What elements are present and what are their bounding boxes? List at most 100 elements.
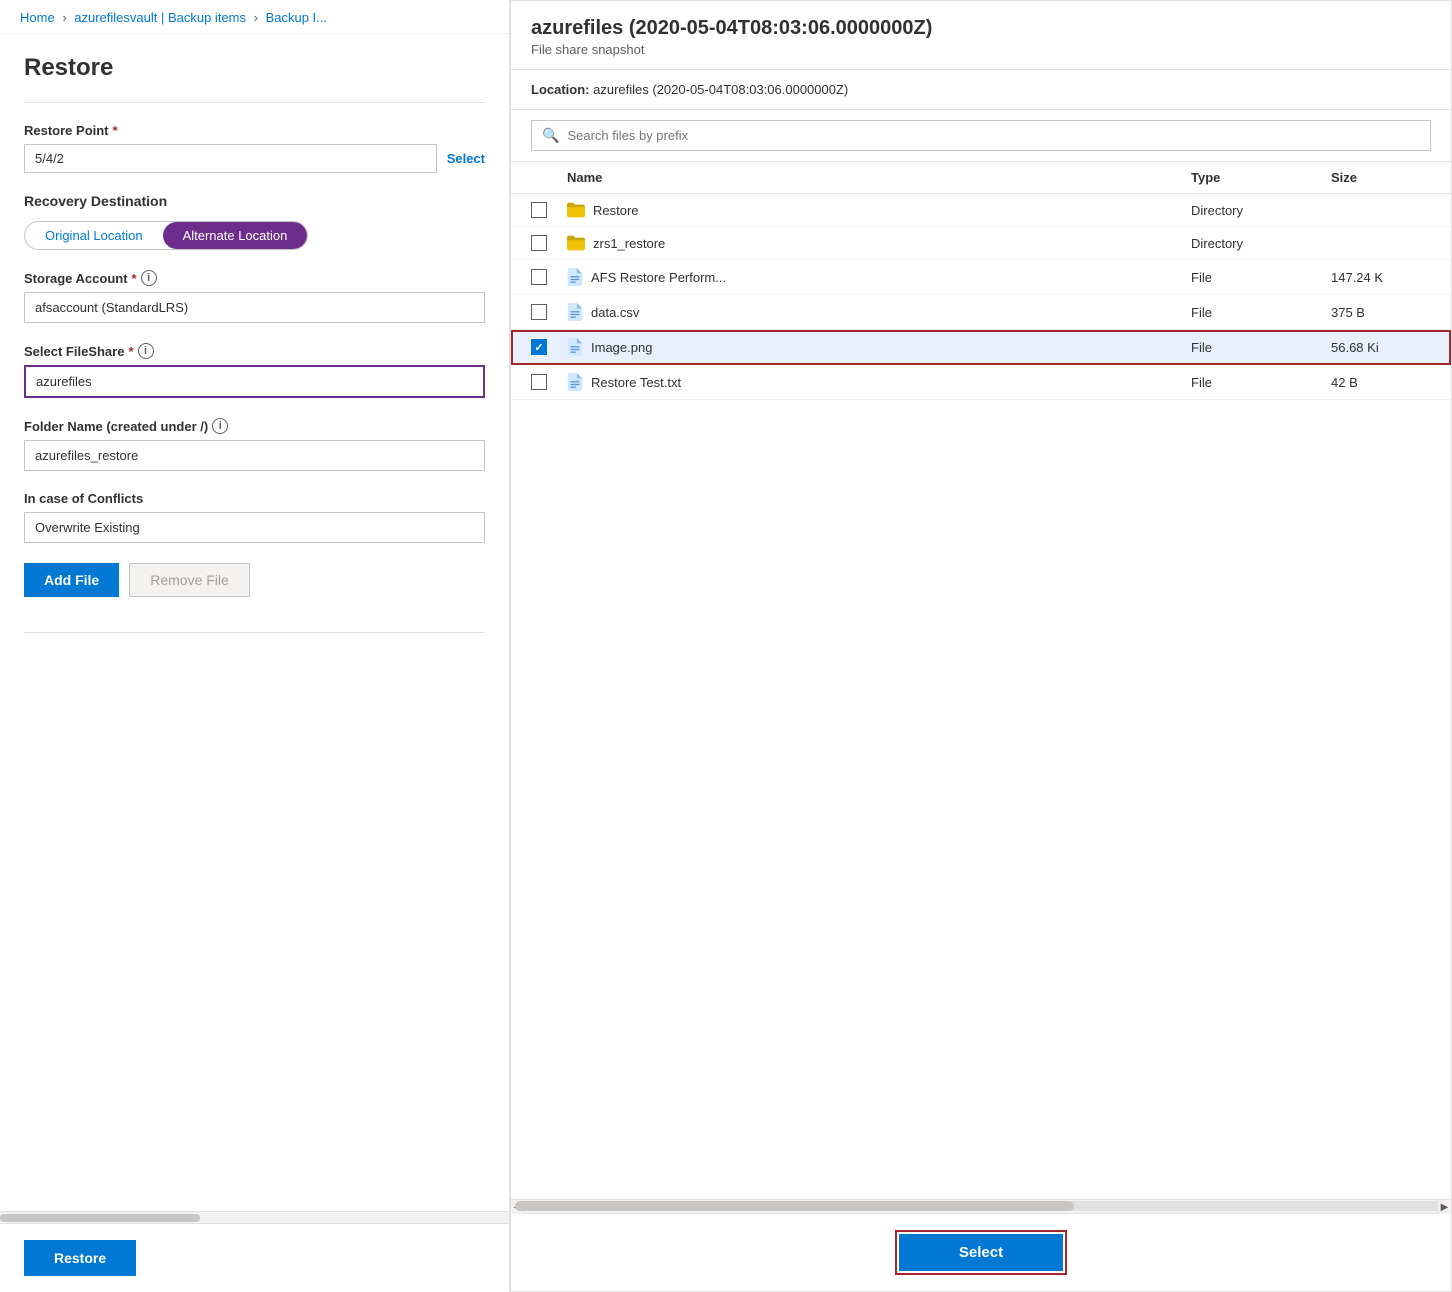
row-4-type: File xyxy=(1191,305,1331,320)
location-row: Location: azurefiles (2020-05-04T08:03:0… xyxy=(511,70,1451,110)
original-location-btn[interactable]: Original Location xyxy=(25,222,163,249)
toggle-group: Original Location Alternate Location xyxy=(24,221,308,250)
location-value: azurefiles (2020-05-04T08:03:06.0000000Z… xyxy=(593,82,848,97)
fileshare-input[interactable] xyxy=(24,365,485,398)
file-list-placeholder xyxy=(24,613,485,633)
row-4-name: data.csv xyxy=(567,303,1191,321)
right-footer: Select xyxy=(511,1213,1451,1291)
left-content: Restore Restore Point * 5/4/2 Select Rec… xyxy=(0,34,509,1211)
divider xyxy=(24,102,485,103)
conflicts-label: In case of Conflicts xyxy=(24,491,485,506)
row-1-checkbox[interactable] xyxy=(531,202,547,218)
folder-icon xyxy=(567,235,585,251)
storage-account-input[interactable] xyxy=(24,292,485,323)
conflicts-input[interactable] xyxy=(24,512,485,543)
row-3-type: File xyxy=(1191,270,1331,285)
file-icon xyxy=(567,338,583,356)
row-3-name: AFS Restore Perform... xyxy=(567,268,1191,286)
table-row: data.csv File 375 B xyxy=(511,295,1451,330)
folder-name-group: Folder Name (created under /) i xyxy=(24,418,485,471)
header-type: Type xyxy=(1191,170,1331,185)
row-3-size: 147.24 K xyxy=(1331,270,1431,285)
folder-name-info-icon[interactable]: i xyxy=(212,418,228,434)
row-6-name: Restore Test.txt xyxy=(567,373,1191,391)
table-row: Restore Directory xyxy=(511,194,1451,227)
table-row: AFS Restore Perform... File 147.24 K xyxy=(511,260,1451,295)
restore-point-select[interactable]: Select xyxy=(447,151,485,166)
row-4-checkbox[interactable] xyxy=(531,304,547,320)
left-scroll-thumb xyxy=(0,1214,200,1222)
breadcrumb-vault[interactable]: azurefilesvault | Backup items xyxy=(74,10,246,25)
search-bar-container: 🔍 xyxy=(511,110,1451,162)
search-bar: 🔍 xyxy=(531,120,1431,151)
left-footer: Restore xyxy=(0,1223,509,1292)
file-icon xyxy=(567,303,583,321)
breadcrumb-home[interactable]: Home xyxy=(20,10,55,25)
table-row: Image.png File 56.68 Ki xyxy=(511,330,1451,365)
header-name: Name xyxy=(567,170,1191,185)
header-checkbox-col xyxy=(531,170,567,185)
required-asterisk: * xyxy=(113,123,118,138)
header-size: Size xyxy=(1331,170,1431,185)
breadcrumb-backup[interactable]: Backup I... xyxy=(266,10,327,25)
row-5-size: 56.68 Ki xyxy=(1331,340,1431,355)
file-icon xyxy=(567,268,583,286)
left-scrollbar[interactable] xyxy=(0,1211,509,1223)
alternate-location-btn[interactable]: Alternate Location xyxy=(163,222,308,249)
recovery-destination-group: Recovery Destination Original Location A… xyxy=(24,193,485,250)
add-file-button[interactable]: Add File xyxy=(24,563,119,597)
left-panel: Home › azurefilesvault | Backup items › … xyxy=(0,0,510,1292)
row-2-checkbox[interactable] xyxy=(531,235,547,251)
row-6-checkbox[interactable] xyxy=(531,374,547,390)
row-2-name: zrs1_restore xyxy=(567,235,1191,251)
add-file-section: Add File Remove File xyxy=(24,563,485,597)
conflicts-group: In case of Conflicts xyxy=(24,491,485,543)
restore-point-value: 5/4/2 xyxy=(24,144,437,173)
location-label: Location: xyxy=(531,82,590,97)
right-panel: azurefiles (2020-05-04T08:03:06.0000000Z… xyxy=(510,0,1452,1292)
row-5-name: Image.png xyxy=(567,338,1191,356)
row-1-name: Restore xyxy=(567,202,1191,218)
table-row: Restore Test.txt File 42 B xyxy=(511,365,1451,400)
snapshot-title: azurefiles (2020-05-04T08:03:06.0000000Z… xyxy=(531,17,1431,40)
storage-account-info-icon[interactable]: i xyxy=(141,270,157,286)
scroll-track xyxy=(515,1201,1447,1211)
file-btn-row: Add File Remove File xyxy=(24,563,485,597)
storage-account-label: Storage Account * i xyxy=(24,270,485,286)
row-1-type: Directory xyxy=(1191,203,1331,218)
scroll-thumb-h xyxy=(515,1201,1074,1211)
right-h-scrollbar[interactable]: ◀ ▶ xyxy=(511,1199,1451,1213)
remove-file-button[interactable]: Remove File xyxy=(129,563,250,597)
storage-account-group: Storage Account * i xyxy=(24,270,485,323)
recovery-destination-label: Recovery Destination xyxy=(24,193,485,209)
restore-button[interactable]: Restore xyxy=(24,1240,136,1276)
row-5-checkbox[interactable] xyxy=(531,339,547,355)
row-3-checkbox[interactable] xyxy=(531,269,547,285)
snapshot-subtitle: File share snapshot xyxy=(531,42,1431,57)
file-icon xyxy=(567,373,583,391)
fileshare-group: Select FileShare * i xyxy=(24,343,485,398)
folder-name-input[interactable] xyxy=(24,440,485,471)
folder-icon xyxy=(567,202,585,218)
row-2-type: Directory xyxy=(1191,236,1331,251)
file-table: Restore Directory zrs1_restore Directory xyxy=(511,194,1451,1199)
fileshare-info-icon[interactable]: i xyxy=(138,343,154,359)
search-icon: 🔍 xyxy=(542,127,559,144)
page-title: Restore xyxy=(24,54,485,82)
fileshare-label: Select FileShare * i xyxy=(24,343,485,359)
row-5-type: File xyxy=(1191,340,1331,355)
select-button[interactable]: Select xyxy=(899,1234,1063,1271)
file-table-header: Name Type Size xyxy=(511,162,1451,194)
scroll-right-arrow[interactable]: ▶ xyxy=(1437,1200,1451,1214)
restore-point-group: Restore Point * 5/4/2 Select xyxy=(24,123,485,173)
breadcrumb: Home › azurefilesvault | Backup items › … xyxy=(0,0,509,34)
restore-point-row: 5/4/2 Select xyxy=(24,144,485,173)
restore-point-label: Restore Point * xyxy=(24,123,485,138)
folder-name-label: Folder Name (created under /) i xyxy=(24,418,485,434)
table-row: zrs1_restore Directory xyxy=(511,227,1451,260)
right-header: azurefiles (2020-05-04T08:03:06.0000000Z… xyxy=(511,1,1451,70)
search-input[interactable] xyxy=(567,128,1420,143)
row-6-type: File xyxy=(1191,375,1331,390)
row-4-size: 375 B xyxy=(1331,305,1431,320)
select-btn-container: Select xyxy=(895,1230,1067,1275)
